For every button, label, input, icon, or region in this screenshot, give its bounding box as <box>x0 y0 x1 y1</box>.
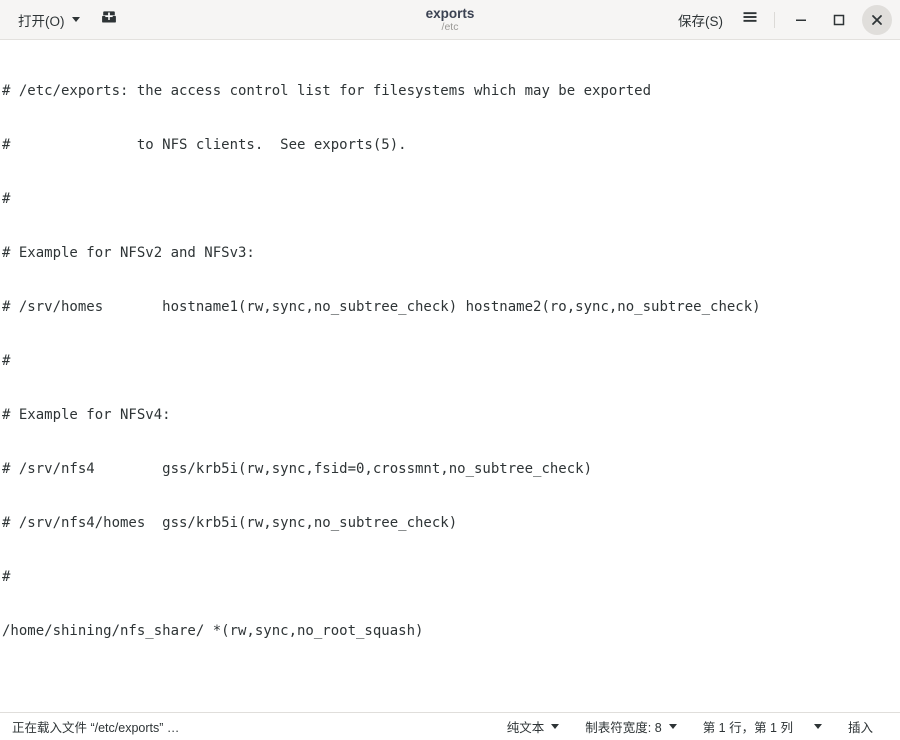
text-editor-window: 打开(O) exports /etc 保存(S) # /etc/exports:… <box>0 0 900 740</box>
editor-line: # <box>2 191 11 207</box>
editor-line: # Example for NFSv4: <box>2 407 171 423</box>
header-right-controls: 保存(S) <box>668 4 896 35</box>
open-file-button[interactable]: 打开(O) <box>8 5 90 35</box>
editor-line: # to NFS clients. See exports(5). <box>2 137 407 153</box>
close-button[interactable] <box>862 4 892 35</box>
syntax-highlight-selector[interactable]: 纯文本 <box>494 716 573 738</box>
editor-line: # <box>2 569 11 585</box>
status-message-area: 正在载入文件 “/etc/exports” … <box>12 717 179 736</box>
editor-line: # /srv/nfs4 gss/krb5i(rw,sync,fsid=0,cro… <box>2 461 593 477</box>
tab-width-selector[interactable]: 制表符宽度: 8 <box>572 716 689 738</box>
maximize-icon <box>831 12 847 28</box>
new-document-button[interactable] <box>92 5 126 35</box>
editor-line: # Example for NFSv2 and NFSv3: <box>2 245 255 261</box>
chevron-down-icon <box>668 724 677 729</box>
editor-line: # /srv/nfs4/homes gss/krb5i(rw,sync,no_s… <box>2 515 458 531</box>
close-icon <box>869 12 885 28</box>
editor-area[interactable]: # /etc/exports: the access control list … <box>0 40 900 712</box>
maximize-button[interactable] <box>824 5 854 35</box>
save-button[interactable]: 保存(S) <box>668 5 733 35</box>
insert-mode-indicator: 插入 <box>835 716 886 738</box>
page-title: exports <box>425 5 475 21</box>
syntax-label: 纯文本 <box>506 721 545 735</box>
status-right-controls: 纯文本 制表符宽度: 8 第 1 行，第 1 列 插入 <box>494 716 886 738</box>
hamburger-menu-icon <box>742 9 758 30</box>
chevron-down-icon <box>551 724 560 729</box>
open-file-label: 打开(O) <box>18 13 65 29</box>
chevron-down-icon <box>813 724 822 729</box>
editor-line: # /srv/homes hostname1(rw,sync,no_subtre… <box>2 299 761 315</box>
minimize-icon <box>793 12 809 28</box>
document-text[interactable]: # /etc/exports: the access control list … <box>0 42 900 676</box>
page-subtitle: /etc <box>441 20 459 33</box>
save-button-label: 保存(S) <box>678 13 723 29</box>
cursor-position-selector[interactable]: 第 1 行，第 1 列 <box>690 716 835 738</box>
header-bar: 打开(O) exports /etc 保存(S) <box>0 0 900 40</box>
new-document-icon <box>100 8 118 31</box>
insert-mode-label: 插入 <box>847 721 873 735</box>
loading-status-text: 正在载入文件 “/etc/exports” … <box>12 721 180 735</box>
tab-width-label: 制表符宽度: 8 <box>585 721 662 735</box>
minimize-button[interactable] <box>786 5 816 35</box>
main-menu-button[interactable] <box>733 5 767 35</box>
editor-line: /home/shining/nfs_share/ *(rw,sync,no_ro… <box>2 623 424 639</box>
header-divider <box>774 11 775 28</box>
chevron-down-icon <box>71 17 80 22</box>
cursor-position-label: 第 1 行，第 1 列 <box>702 721 793 735</box>
editor-line: # /etc/exports: the access control list … <box>2 83 652 99</box>
editor-line: # <box>2 353 11 369</box>
header-left-controls: 打开(O) <box>8 5 126 35</box>
status-bar: 正在载入文件 “/etc/exports” … 纯文本 制表符宽度: 8 第 1… <box>0 712 900 740</box>
